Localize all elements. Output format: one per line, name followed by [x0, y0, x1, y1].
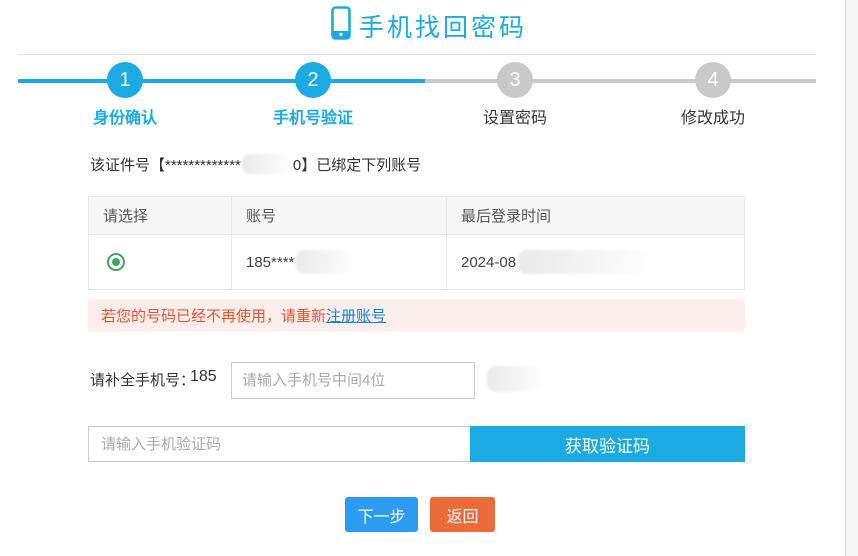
col-header-last-login: 最后登录时间 [446, 197, 744, 234]
last-login-masked: 2024-08 [461, 254, 516, 271]
table-header-row: 请选择 账号 最后登录时间 [89, 197, 744, 234]
identity-bound-notice: 该证件号【************* 0】已绑定下列账号 [90, 152, 421, 176]
table-row: 185**** 2024-08 [89, 234, 744, 289]
phone-middle-digits-input[interactable] [231, 362, 475, 399]
step-4-label: 修改成功 [643, 104, 783, 128]
header-divider [18, 54, 816, 55]
phone-icon [331, 6, 351, 40]
step-3-circle: 3 [497, 62, 533, 98]
col-header-account: 账号 [231, 197, 446, 234]
stepper-progress-line-done [18, 79, 425, 83]
bound-accounts-table: 请选择 账号 最后登录时间 185**** 2024-08 [88, 196, 745, 290]
get-verification-code-button[interactable]: 获取验证码 [470, 426, 745, 462]
account-masked: 185**** [246, 254, 294, 271]
redaction-blob [518, 250, 653, 274]
sms-code-input[interactable] [88, 426, 471, 462]
identity-notice-prefix: 该证件号【************* [90, 154, 241, 175]
rebind-notice-text: 若您的号码已经不再使用，请重新 [101, 305, 326, 326]
col-header-select: 请选择 [89, 197, 231, 234]
next-step-button[interactable]: 下一步 [345, 497, 418, 532]
step-2-label: 手机号验证 [243, 104, 383, 128]
rebind-notice-bar: 若您的号码已经不再使用，请重新注册账号 [88, 299, 745, 331]
step-4-circle: 4 [695, 62, 731, 98]
complete-phone-label: 请补全手机号： [90, 369, 195, 390]
step-1-label: 身份确认 [55, 104, 195, 128]
step-1-circle: 1 [107, 62, 143, 98]
redaction-blob [296, 250, 354, 274]
redaction-blob [487, 366, 543, 392]
page-title: 手机找回密码 [359, 8, 527, 44]
step-2-circle: 2 [295, 62, 331, 98]
register-account-link[interactable]: 注册账号 [326, 305, 386, 326]
password-recovery-page: 手机找回密码 1 2 3 4 身份确认 手机号验证 设置密码 修改成功 该证件号… [0, 0, 858, 556]
account-radio[interactable] [107, 253, 125, 271]
identity-notice-suffix: 0】已绑定下列账号 [293, 154, 421, 175]
step-3-label: 设置密码 [445, 104, 585, 128]
back-button[interactable]: 返回 [430, 497, 495, 532]
stepper-progress-line-todo [425, 79, 816, 83]
scrollbar-track[interactable] [845, 0, 858, 556]
redaction-blob [242, 154, 292, 174]
phone-prefix: 185 [190, 368, 217, 386]
